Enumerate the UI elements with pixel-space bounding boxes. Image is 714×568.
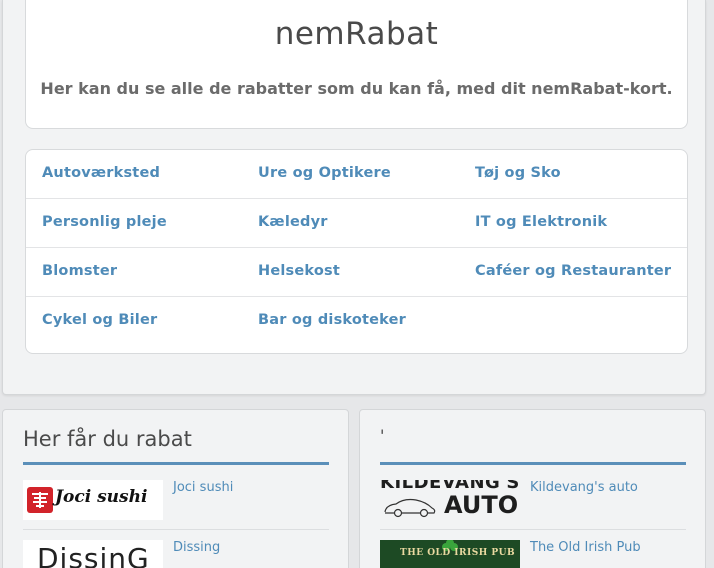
category-link-bar-og-diskoteker[interactable]: Bar og diskoteker bbox=[258, 312, 406, 328]
panel-title: Her får du rabat bbox=[23, 427, 192, 451]
discount-panel-right: ' KILDEVANG'S AUTO Kildevang's auto THE … bbox=[359, 409, 706, 568]
dissing-logo-text: DissinG bbox=[37, 542, 150, 568]
entry-link-joci-sushi[interactable]: Joci sushi bbox=[173, 480, 233, 495]
category-link-toej-og-sko[interactable]: Tøj og Sko bbox=[475, 165, 561, 181]
sushi-kanji-icon bbox=[27, 487, 53, 513]
list-item: THE OLD IRISH PUB The Old Irish Pub bbox=[380, 540, 686, 568]
old-irish-pub-logo[interactable]: THE OLD IRISH PUB bbox=[380, 540, 520, 568]
list-item: Joci sushi Joci sushi bbox=[23, 480, 329, 530]
category-link-kaeledyr[interactable]: Kæledyr bbox=[258, 214, 328, 230]
header-box: nemRabat Her kan du se alle de rabatter … bbox=[25, 0, 688, 129]
list-item: DissinG Dissing bbox=[23, 540, 329, 568]
old-irish-pub-logo-text: THE OLD IRISH PUB bbox=[400, 548, 516, 558]
joci-sushi-logo[interactable]: Joci sushi bbox=[23, 480, 163, 520]
category-link-ure-og-optikere[interactable]: Ure og Optikere bbox=[258, 165, 391, 181]
category-link-cafeer-og-restauranter[interactable]: Caféer og Restauranter bbox=[475, 263, 671, 279]
category-link-autovaerksted[interactable]: Autoværksted bbox=[42, 165, 160, 181]
kildevangs-auto-logo[interactable]: KILDEVANG'S AUTO bbox=[380, 480, 520, 520]
entry-link-dissing[interactable]: Dissing bbox=[173, 540, 220, 555]
category-link-blomster[interactable]: Blomster bbox=[42, 263, 117, 279]
kildevangs-logo-text-bottom: AUTO bbox=[444, 491, 519, 519]
car-outline-icon bbox=[384, 498, 436, 518]
category-link-personlig-pleje[interactable]: Personlig pleje bbox=[42, 214, 167, 230]
panel-divider bbox=[23, 462, 329, 465]
category-grid: Autoværksted Ure og Optikere Tøj og Sko … bbox=[25, 149, 688, 354]
category-link-cykel-og-biler[interactable]: Cykel og Biler bbox=[42, 312, 157, 328]
site-subtitle: Her kan du se alle de rabatter som du ka… bbox=[40, 79, 673, 98]
top-panel: nemRabat Her kan du se alle de rabatter … bbox=[2, 0, 706, 395]
category-row: Blomster Helsekost Caféer og Restaurante… bbox=[26, 248, 687, 297]
site-title: nemRabat bbox=[274, 16, 439, 52]
dissing-logo[interactable]: DissinG bbox=[23, 540, 163, 568]
joci-sushi-logo-text: Joci sushi bbox=[55, 487, 148, 507]
category-row: Autoværksted Ure og Optikere Tøj og Sko bbox=[26, 150, 687, 199]
panel-divider bbox=[380, 462, 686, 465]
discount-panel-left: Her får du rabat Joci sushi Joci sushi D… bbox=[2, 409, 349, 568]
list-item: KILDEVANG'S AUTO Kildevang's auto bbox=[380, 480, 686, 530]
entry-link-kildevangs-auto[interactable]: Kildevang's auto bbox=[530, 480, 638, 495]
category-link-it-og-elektronik[interactable]: IT og Elektronik bbox=[475, 214, 607, 230]
category-row: Personlig pleje Kæledyr IT og Elektronik bbox=[26, 199, 687, 248]
entry-link-the-old-irish-pub[interactable]: The Old Irish Pub bbox=[530, 540, 641, 555]
category-row: Cykel og Biler Bar og diskoteker bbox=[26, 297, 687, 346]
panel-title: ' bbox=[380, 426, 385, 445]
category-link-helsekost[interactable]: Helsekost bbox=[258, 263, 340, 279]
